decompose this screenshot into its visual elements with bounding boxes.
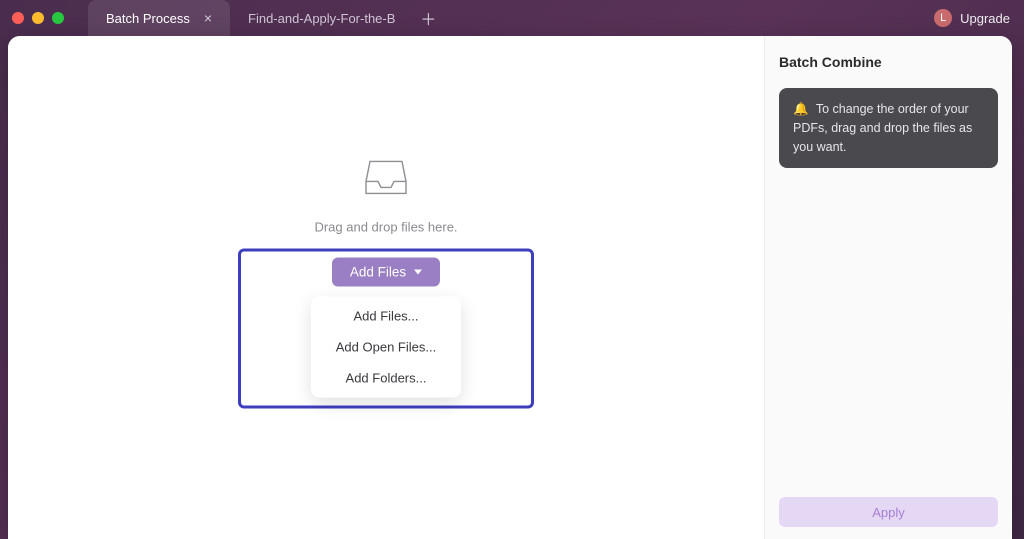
add-files-button-label: Add Files	[350, 264, 406, 279]
add-files-dropdown: Add Files... Add Open Files... Add Folde…	[311, 296, 461, 397]
sidebar: Batch Combine 🔔 To change the order of y…	[764, 36, 1012, 539]
tab-batch-process[interactable]: Batch Process ×	[88, 0, 230, 36]
tab-label: Batch Process	[106, 11, 190, 26]
sidebar-title: Batch Combine	[779, 54, 998, 70]
new-tab-button[interactable]: ＋	[413, 0, 443, 36]
tip-text: To change the order of your PDFs, drag a…	[793, 102, 972, 154]
minimize-window-icon[interactable]	[32, 12, 44, 24]
close-tab-icon[interactable]: ×	[204, 11, 212, 25]
dropdown-item-add-open-files[interactable]: Add Open Files...	[311, 331, 461, 362]
fullscreen-window-icon[interactable]	[52, 12, 64, 24]
titlebar: Batch Process × Find-and-Apply-For-the-B…	[0, 0, 1024, 36]
main-pane: Drag and drop files here. Add Files Add …	[8, 36, 764, 539]
tab-bar: Batch Process × Find-and-Apply-For-the-B…	[88, 0, 1012, 36]
inbox-tray-icon	[364, 157, 408, 197]
window-controls	[12, 12, 64, 24]
chevron-down-icon	[414, 269, 422, 274]
dropdown-item-add-folders[interactable]: Add Folders...	[311, 362, 461, 393]
add-files-button[interactable]: Add Files	[332, 257, 440, 286]
avatar: L	[934, 9, 952, 27]
app-window: Drag and drop files here. Add Files Add …	[8, 36, 1012, 539]
close-window-icon[interactable]	[12, 12, 24, 24]
bell-icon: 🔔	[793, 102, 809, 116]
dropdown-item-add-files[interactable]: Add Files...	[311, 300, 461, 331]
tab-label: Find-and-Apply-For-the-B	[248, 11, 395, 26]
upgrade-label: Upgrade	[960, 11, 1010, 26]
dropzone-text: Drag and drop files here.	[314, 219, 457, 234]
add-files-highlight: Add Files Add Files... Add Open Files...…	[238, 248, 534, 408]
dropzone[interactable]: Drag and drop files here. Add Files Add …	[238, 157, 534, 408]
upgrade-button[interactable]: L Upgrade	[934, 0, 1010, 36]
tip-box: 🔔 To change the order of your PDFs, drag…	[779, 88, 998, 168]
apply-button[interactable]: Apply	[779, 497, 998, 527]
tab-find-apply[interactable]: Find-and-Apply-For-the-B	[230, 0, 413, 36]
avatar-letter: L	[940, 12, 946, 24]
